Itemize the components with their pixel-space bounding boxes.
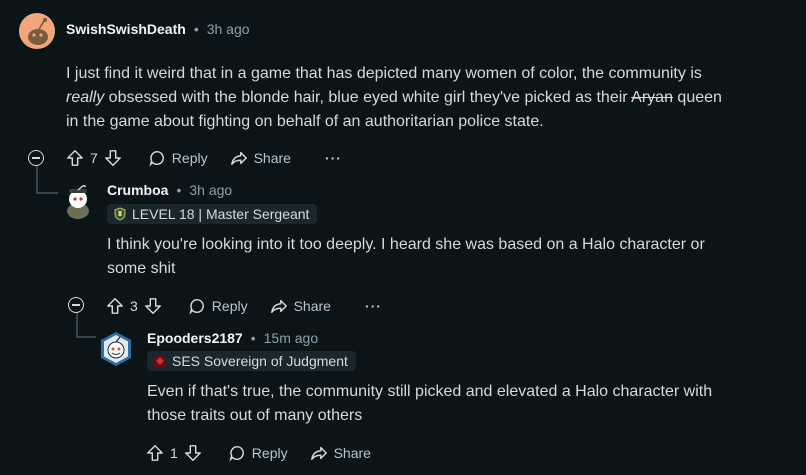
comment-bubble-icon — [229, 445, 244, 462]
flair-text: SES Sovereign of Judgment — [172, 353, 348, 369]
separator: • — [250, 330, 256, 346]
author-name[interactable]: SwishSwishDeath — [66, 21, 186, 37]
upvote-icon[interactable] — [66, 149, 84, 167]
flair-text: LEVEL 18 | Master Sergeant — [132, 206, 310, 222]
avatar[interactable] — [98, 331, 134, 367]
downvote-icon[interactable] — [184, 444, 202, 462]
level-badge-icon — [114, 207, 126, 221]
author-name[interactable]: Crumboa — [107, 182, 168, 198]
comment-line: I just find it weird that in a game that… — [66, 65, 702, 82]
reply-button[interactable]: Reply — [228, 444, 288, 462]
vote-count: 7 — [90, 150, 98, 166]
share-arrow-icon — [310, 446, 327, 461]
timestamp[interactable]: 15m ago — [264, 330, 318, 346]
reply-button[interactable]: Reply — [188, 297, 248, 315]
snoo-avatar-icon — [19, 13, 55, 49]
comment-line: really obsessed with the blonde hair, bl… — [66, 89, 722, 106]
share-label: Share — [333, 445, 371, 461]
snoo-avatar-icon — [101, 332, 131, 366]
thread-line — [36, 166, 38, 194]
comment-bubble-icon — [149, 150, 164, 167]
comment-body: I think you're looking into it too deepl… — [107, 233, 797, 281]
share-arrow-icon — [230, 151, 247, 166]
reply-label: Reply — [211, 298, 248, 314]
upvote-icon[interactable] — [146, 444, 164, 462]
share-arrow-icon — [270, 299, 287, 314]
timestamp[interactable]: 3h ago — [207, 21, 250, 37]
share-label: Share — [293, 298, 331, 314]
author-name[interactable]: Epooders2187 — [147, 330, 243, 346]
share-button[interactable]: Share — [270, 297, 331, 315]
snoo-avatar-icon — [67, 184, 89, 219]
more-options-button[interactable]: ··· — [325, 150, 342, 166]
ses-emblem-icon — [154, 355, 166, 367]
thread-curve — [76, 336, 96, 338]
comment-line: in the game about fighting on behalf of … — [66, 113, 544, 130]
reply-button[interactable]: Reply — [148, 149, 208, 167]
comment-actions: 1 Reply Share — [146, 437, 393, 469]
more-options-button[interactable]: ··· — [365, 298, 382, 314]
vote-controls: 7 — [66, 149, 122, 167]
emphasis-text: really — [66, 89, 105, 106]
comment-bubble-icon — [189, 298, 204, 315]
reply-label: Reply — [251, 445, 288, 461]
share-button[interactable]: Share — [310, 444, 371, 462]
comment-body: I just find it weird that in a game that… — [66, 62, 796, 134]
comment-line: I think you're looking into it too deepl… — [107, 236, 705, 253]
upvote-icon[interactable] — [106, 297, 124, 315]
comment-line: Even if that's true, the community still… — [147, 383, 713, 400]
comment-header: SwishSwishDeath • 3h ago — [66, 21, 250, 37]
thread-curve — [36, 192, 58, 194]
separator: • — [193, 21, 199, 37]
user-flair: SES Sovereign of Judgment — [147, 351, 356, 371]
vote-count: 3 — [130, 298, 138, 314]
strikethrough-text: Aryan — [631, 89, 673, 106]
user-flair: LEVEL 18 | Master Sergeant — [107, 204, 318, 224]
comment-actions: 3 Reply Share ··· — [106, 290, 382, 322]
comment-header: Crumboa • 3h ago — [107, 182, 232, 198]
thread-line — [76, 313, 78, 337]
comment-line: those traits out of many others — [147, 407, 363, 424]
vote-controls: 1 — [146, 444, 202, 462]
comment-actions: 7 Reply Share ··· — [66, 142, 342, 174]
downvote-icon[interactable] — [144, 297, 162, 315]
avatar[interactable] — [60, 184, 96, 220]
comment-line: some shit — [107, 260, 176, 277]
collapse-thread-button[interactable] — [28, 150, 44, 166]
reply-label: Reply — [171, 150, 208, 166]
downvote-icon[interactable] — [104, 149, 122, 167]
comment-body: Even if that's true, the community still… — [147, 380, 797, 428]
collapse-thread-button[interactable] — [68, 297, 84, 313]
timestamp[interactable]: 3h ago — [189, 182, 232, 198]
comment-header: Epooders2187 • 15m ago — [147, 330, 318, 346]
share-label: Share — [253, 150, 291, 166]
vote-count: 1 — [170, 445, 178, 461]
vote-controls: 3 — [106, 297, 162, 315]
share-button[interactable]: Share — [230, 149, 291, 167]
avatar[interactable] — [19, 13, 55, 49]
separator: • — [176, 182, 182, 198]
